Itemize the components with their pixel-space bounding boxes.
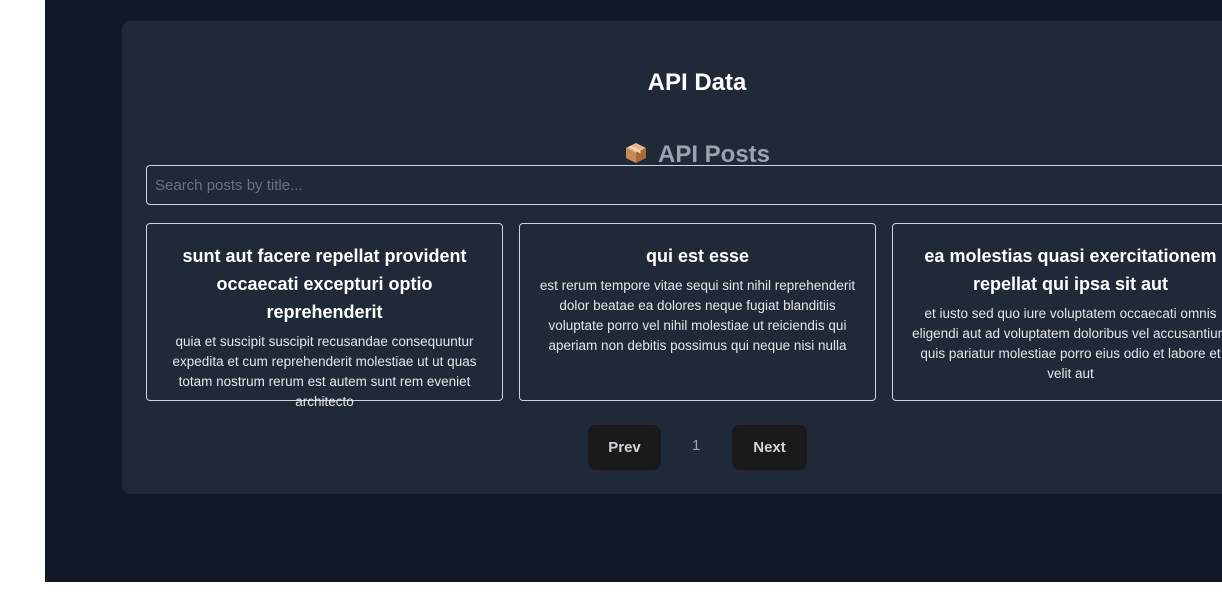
api-data-panel: API Data API Posts sunt aut facere repel… bbox=[122, 21, 1222, 494]
search-input[interactable] bbox=[146, 165, 1222, 205]
page-title: API Data bbox=[647, 69, 747, 96]
post-card: ea molestias quasi exercitationem repell… bbox=[892, 223, 1222, 401]
app-background: API Data API Posts sunt aut facere repel… bbox=[45, 0, 1222, 582]
post-card: sunt aut facere repellat provident occae… bbox=[146, 223, 503, 409]
post-title: qui est esse bbox=[645, 246, 750, 266]
current-page-number: 1 bbox=[692, 437, 701, 454]
post-body: est rerum tempore vitae sequi sint nihil… bbox=[539, 278, 856, 353]
section-title-text: API Posts bbox=[657, 141, 771, 168]
next-button[interactable]: Next bbox=[732, 425, 807, 470]
post-title: sunt aut facere repellat provident occae… bbox=[182, 246, 467, 322]
post-body: et iusto sed quo iure voluptatem occaeca… bbox=[912, 306, 1222, 381]
post-card: qui est esse est rerum tempore vitae seq… bbox=[519, 223, 876, 401]
prev-button[interactable]: Prev bbox=[588, 425, 661, 470]
post-title: ea molestias quasi exercitationem repell… bbox=[924, 246, 1217, 294]
post-body: quia et suscipit suscipit recusandae con… bbox=[172, 334, 477, 409]
